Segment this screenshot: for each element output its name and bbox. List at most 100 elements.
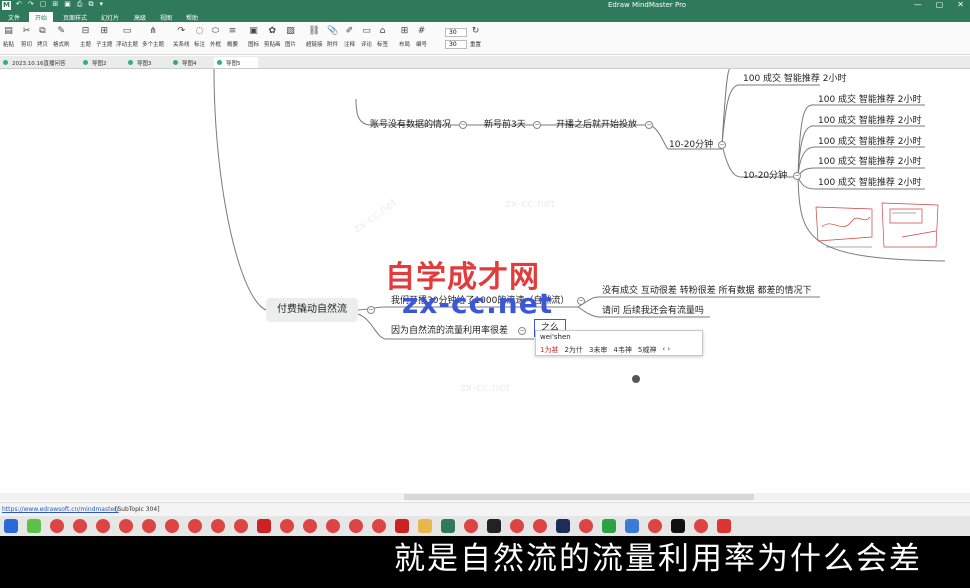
menu-file[interactable]: 文件 [8, 13, 20, 22]
topic-natural-flow-poor-utilization[interactable]: 因为自然流的流量利用率很差 [391, 325, 508, 337]
chrome-icon[interactable] [349, 519, 363, 533]
folder-icon[interactable] [418, 519, 432, 533]
maximize-icon[interactable]: ▢ [936, 0, 944, 9]
copy-button[interactable]: ⧉ 拷贝 [37, 26, 48, 48]
format-painter-button[interactable]: ✎ 格式刷 [53, 26, 70, 48]
chrome-icon[interactable] [648, 519, 662, 533]
ime-page-nav[interactable]: ‹ › [662, 345, 670, 355]
hyperlink-button[interactable]: ⛓ 超链接 [306, 26, 323, 48]
clipart-button[interactable]: ✿ 剪贴画 [264, 26, 281, 48]
topic-no-deals-poor-data[interactable]: 没有成交 互动很差 转粉很差 所有数据 都差的情况下 [602, 285, 811, 297]
topic-new-account-3-days[interactable]: 新号前3天 [484, 119, 526, 131]
tiktok-icon[interactable] [671, 519, 685, 533]
menu-home[interactable]: 开始 [29, 12, 54, 22]
collapse-toggle-icon[interactable]: − [577, 297, 585, 305]
topic-button[interactable]: ⊟ 主题 [80, 26, 91, 48]
new-icon[interactable]: ▢ [40, 0, 47, 9]
ime-candidate-3[interactable]: 3未审 [589, 345, 607, 355]
chrome-icon[interactable] [188, 519, 202, 533]
numbering-button[interactable]: # 编号 [416, 26, 427, 48]
topic-account-no-data[interactable]: 账号没有数据的情况 [370, 119, 451, 131]
tab-doc-3[interactable]: 导图3 [125, 57, 163, 68]
cut-button[interactable]: ✂ 剪切 [21, 26, 32, 48]
chrome-icon[interactable] [326, 519, 340, 533]
menu-help[interactable]: 帮助 [186, 13, 198, 22]
tab-doc-5[interactable]: 导图5 [214, 57, 258, 68]
recorder-icon[interactable] [717, 519, 731, 533]
topic-10-20min-a[interactable]: 10-20分钟 [669, 139, 713, 151]
tag-button[interactable]: ⌂ 标签 [377, 26, 388, 48]
collapse-toggle-icon[interactable]: − [459, 121, 467, 129]
chrome-icon[interactable] [96, 519, 110, 533]
website-link[interactable]: https://www.edrawsoft.cn/mindmaster/ [2, 506, 119, 513]
topic-100-deals-4[interactable]: 100 成交 智能推荐 2小时 [818, 156, 922, 168]
paste-button[interactable]: ▤ 粘贴 [3, 26, 14, 48]
chrome-icon[interactable] [142, 519, 156, 533]
collapse-toggle-icon[interactable]: − [718, 141, 726, 149]
topic-100-deals-3[interactable]: 100 成交 智能推荐 2小时 [818, 136, 922, 148]
collapse-toggle-icon[interactable]: − [793, 172, 801, 180]
menu-page-style[interactable]: 页面样式 [63, 13, 87, 22]
chrome-icon[interactable] [533, 519, 547, 533]
spacing-h-spinner[interactable]: 30 [445, 28, 467, 37]
export-icon[interactable]: ⧉ [88, 0, 93, 9]
callout-button[interactable]: ◌ 标注 [194, 26, 205, 48]
image-button[interactable]: ▨ 图片 [285, 26, 296, 48]
wps-icon[interactable] [257, 519, 271, 533]
topic-100-deals-2[interactable]: 100 成交 智能推荐 2小时 [818, 115, 922, 127]
collapse-toggle-icon[interactable]: − [518, 327, 526, 335]
horizontal-scrollbar[interactable] [0, 493, 970, 501]
topic-100-deals-top[interactable]: 100 成交 智能推荐 2小时 [743, 73, 847, 85]
print-icon[interactable]: ⎙ [77, 0, 83, 9]
chrome-icon[interactable] [50, 519, 64, 533]
photoshop-icon[interactable] [556, 519, 570, 533]
wps-icon[interactable] [395, 519, 409, 533]
more-icon[interactable]: ▾ [99, 0, 103, 9]
ime-candidate-popup[interactable]: wei'shen 1为甚 2为什 3未审 4韦神 5威神 ‹ › [535, 330, 703, 356]
multiple-topics-button[interactable]: ⋔ 多个主题 [142, 26, 164, 48]
wechat-icon[interactable] [27, 519, 41, 533]
chrome-icon[interactable] [211, 519, 225, 533]
undo-icon[interactable]: ↶ [16, 0, 22, 9]
chrome-icon[interactable] [510, 519, 524, 533]
chrome-icon[interactable] [372, 519, 386, 533]
browser-icon[interactable] [625, 519, 639, 533]
subtopic-button[interactable]: ⊞ 子主题 [96, 26, 113, 48]
topic-10-20min-b[interactable]: 10-20分钟 [743, 170, 787, 182]
collapse-toggle-icon[interactable]: − [533, 121, 541, 129]
comment-button[interactable]: ▭ 评论 [361, 26, 372, 48]
chrome-icon[interactable] [303, 519, 317, 533]
chrome-icon[interactable] [165, 519, 179, 533]
tab-doc-1[interactable]: 2023.10.16直播问答 [0, 57, 72, 68]
topic-ask-future-traffic[interactable]: 请问 后续我还会有流量吗 [602, 305, 704, 317]
tab-doc-4[interactable]: 导图4 [170, 57, 208, 68]
open-icon[interactable]: ⊞ [52, 0, 58, 9]
mindmap-canvas[interactable]: 付费撬动自然流 − 账号没有数据的情况 − 新号前3天 − 开播之后就开始投放 … [0, 69, 970, 501]
chrome-icon[interactable] [119, 519, 133, 533]
menu-slideshow[interactable]: 幻灯片 [101, 13, 119, 22]
topic-100-deals-5[interactable]: 100 成交 智能推荐 2小时 [818, 177, 922, 189]
icon-button[interactable]: ▣ 图标 [248, 26, 259, 48]
reset-button[interactable]: ↻ 重置 [470, 26, 481, 48]
spacing-v-spinner[interactable]: 30 [445, 40, 467, 49]
mindmaster-icon[interactable] [441, 519, 455, 533]
chrome-icon[interactable] [464, 519, 478, 533]
note-button[interactable]: ✐ 注释 [344, 26, 355, 48]
chrome-icon[interactable] [234, 519, 248, 533]
floating-topic-button[interactable]: ▭ 浮动主题 [116, 26, 138, 48]
chrome-icon[interactable] [280, 519, 294, 533]
capcut-icon[interactable] [487, 519, 501, 533]
ime-candidate-1[interactable]: 1为甚 [540, 345, 558, 355]
ime-candidate-4[interactable]: 4韦神 [613, 345, 631, 355]
ime-candidate-2[interactable]: 2为什 [564, 345, 582, 355]
collapse-toggle-icon[interactable]: − [645, 121, 653, 129]
topic-100-deals-1[interactable]: 100 成交 智能推荐 2小时 [818, 94, 922, 106]
scroll-thumb[interactable] [404, 494, 754, 500]
redo-icon[interactable]: ↷ [28, 0, 34, 9]
save-icon[interactable]: ▣ [64, 0, 71, 9]
relationship-button[interactable]: ↷ 关系线 [173, 26, 190, 48]
chrome-icon[interactable] [579, 519, 593, 533]
attachment-button[interactable]: 📎 附件 [327, 26, 338, 48]
minimize-icon[interactable]: — [914, 0, 922, 9]
boundary-button[interactable]: ⬭ 外框 [210, 26, 221, 48]
